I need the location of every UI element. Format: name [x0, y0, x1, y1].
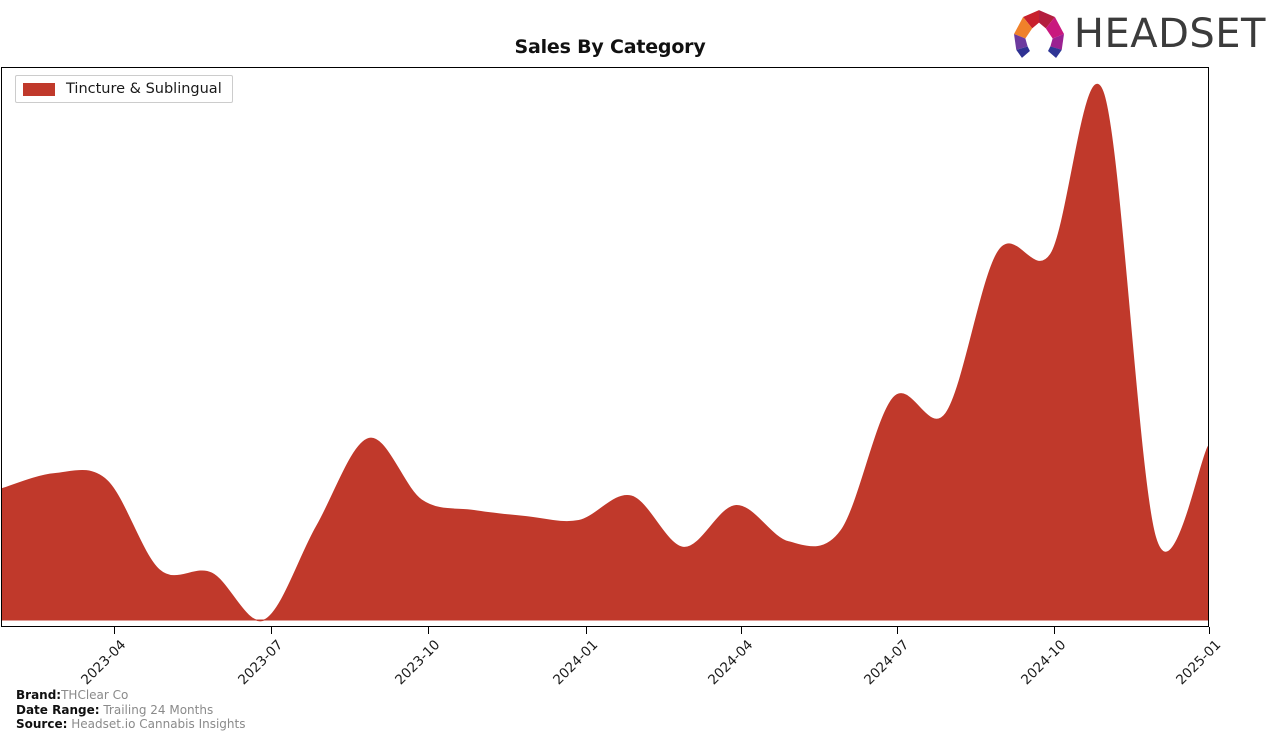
logo-wordmark: HEADSET	[1073, 11, 1266, 57]
footer-label-brand: Brand:	[16, 688, 62, 702]
footer-row-date-range: Date Range: Trailing 24 Months	[16, 703, 245, 718]
x-axis-tick-label: 2023-10	[392, 637, 444, 689]
legend-label-tincture-sublingual: Tincture & Sublingual	[66, 81, 222, 97]
x-axis-tick	[741, 627, 742, 634]
legend-swatch-tincture-sublingual	[23, 82, 55, 96]
x-axis-tick	[1209, 627, 1210, 634]
footer-value-date-range: Trailing 24 Months	[103, 702, 214, 717]
x-axis-tick	[1054, 627, 1055, 634]
footer-row-source: Source: Headset.io Cannabis Insights	[16, 717, 245, 732]
footer-label-date-range: Date Range:	[16, 702, 100, 717]
x-axis-tick-label: 2023-07	[235, 637, 287, 689]
footer-value-source: Headset.io Cannabis Insights	[71, 717, 246, 731]
chart-footer: Brand:THClear Co Date Range: Trailing 24…	[16, 688, 245, 732]
x-axis-tick-label: 2025-01	[1173, 637, 1225, 689]
chart-page: Sales By Category HEADSET Tincture & Sub…	[0, 0, 1276, 746]
series-area-path	[2, 83, 1208, 622]
x-axis-tick-label: 2024-07	[861, 637, 913, 689]
x-axis-tick	[114, 627, 115, 634]
x-axis-tick-label: 2024-04	[705, 637, 757, 689]
chart-legend: Tincture & Sublingual	[15, 75, 233, 103]
footer-row-brand: Brand:THClear Co	[16, 688, 245, 703]
footer-label-source: Source:	[16, 717, 68, 731]
x-axis-tick-label: 2023-04	[78, 637, 130, 689]
headset-arch-logo-icon	[1013, 10, 1064, 58]
x-axis-tick-label: 2024-10	[1018, 637, 1070, 689]
x-axis-tick	[271, 627, 272, 634]
x-axis-tick	[428, 627, 429, 634]
x-axis-tick	[586, 627, 587, 634]
plot-area: Tincture & Sublingual	[1, 67, 1209, 627]
x-axis-tick-label: 2024-01	[550, 637, 602, 689]
footer-value-brand: THClear Co	[61, 688, 129, 702]
x-axis-tick	[897, 627, 898, 634]
headset-logo: HEADSET	[1010, 8, 1266, 60]
area-chart-series-tincture-sublingual	[2, 83, 1208, 622]
